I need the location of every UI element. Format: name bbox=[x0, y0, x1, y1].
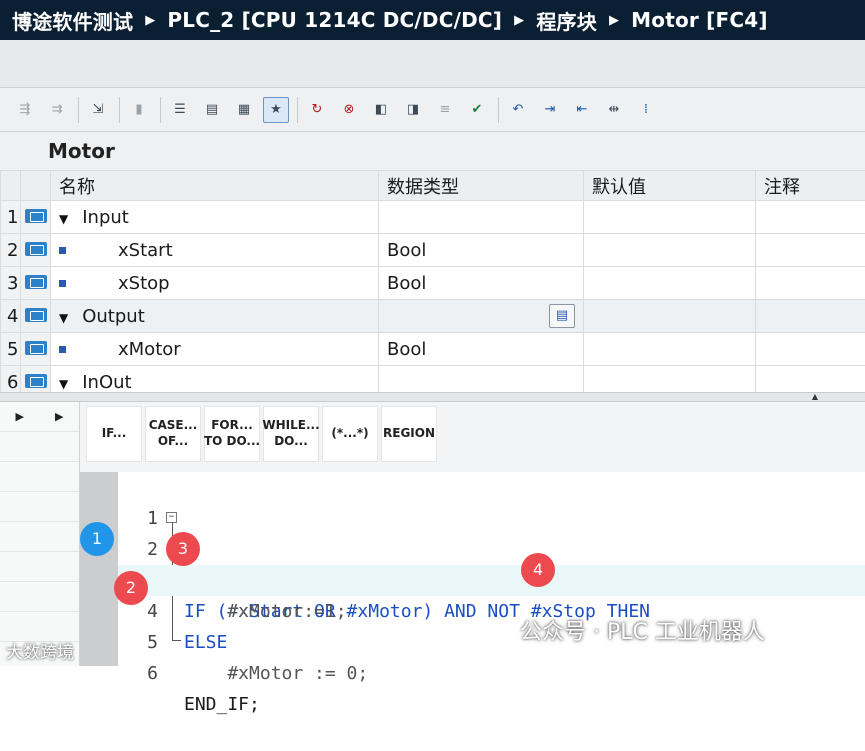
navigator-row bbox=[0, 492, 79, 522]
navigator-row bbox=[0, 552, 79, 582]
keyword-case-button[interactable]: CASE... OF... bbox=[145, 406, 201, 462]
annotation-badge-1: 1 bbox=[80, 522, 114, 556]
outdent-icon[interactable]: ⇤ bbox=[569, 97, 595, 123]
parameter-icon bbox=[25, 242, 47, 256]
block-name: Motor bbox=[0, 132, 865, 170]
navigator-row bbox=[0, 582, 79, 612]
code-text: END_IF; bbox=[184, 689, 260, 720]
parameter-icon bbox=[25, 341, 47, 355]
navigator-row bbox=[0, 522, 79, 552]
watermark: 公众号 · PLC 工业机器人 bbox=[520, 614, 765, 646]
watermark-corner: 大数跨境 bbox=[6, 638, 74, 663]
table-row[interactable]: 6 ▼InOut bbox=[1, 366, 865, 393]
parameter-icon bbox=[25, 308, 47, 322]
navigator-row bbox=[0, 462, 79, 492]
compile-icon[interactable]: ⇲ bbox=[85, 97, 111, 123]
parameter-icon bbox=[25, 374, 47, 388]
variable-icon bbox=[59, 346, 66, 353]
download-icon[interactable]: ▮ bbox=[126, 97, 152, 123]
header-comment[interactable]: 注释 bbox=[756, 171, 865, 201]
editor-toolbar: ⇶ ⇉ ⇲ ▮ ☰ ▤ ▦ ★ ↻ ⊗ ◧ ◨ ≡ ✔ ↶ ⇥ ⇤ ⇹ ⁞ bbox=[0, 88, 865, 132]
list-icon[interactable]: ☰ bbox=[167, 97, 193, 123]
network-navigator: ▶▶ bbox=[0, 402, 80, 666]
code-line-current[interactable]: 4 ELSE bbox=[118, 565, 865, 596]
toolbar-separator bbox=[297, 97, 298, 123]
code-line[interactable]: 1 bbox=[118, 472, 865, 503]
force-icon[interactable]: ◨ bbox=[400, 97, 426, 123]
keyword-comment-button[interactable]: (*...*) bbox=[322, 406, 378, 462]
header-datatype[interactable]: 数据类型 bbox=[379, 171, 584, 201]
collapse-triangle-icon[interactable]: ▼ bbox=[59, 311, 68, 325]
collapse-triangle-icon[interactable]: ▼ bbox=[59, 212, 68, 226]
disconnect-icon[interactable]: ↻ bbox=[304, 97, 330, 123]
stop-icon[interactable]: ⊗ bbox=[336, 97, 362, 123]
toolbar-separator bbox=[119, 97, 120, 123]
table-row[interactable]: 1 ▼Input bbox=[1, 201, 865, 234]
favorites-icon[interactable]: ★ bbox=[263, 97, 289, 123]
navigator-row[interactable]: ▶▶ bbox=[0, 402, 79, 432]
watch-icon[interactable]: ◧ bbox=[368, 97, 394, 123]
variable-icon bbox=[59, 247, 66, 254]
expand-right-icon[interactable]: ▶ bbox=[0, 410, 40, 423]
block-call-icon[interactable]: ▤ bbox=[199, 97, 225, 123]
parameter-icon bbox=[25, 209, 47, 223]
fold-minus-icon[interactable]: − bbox=[166, 512, 177, 523]
table-row[interactable]: 4 ▼Output ▤ bbox=[1, 300, 865, 333]
code-line[interactable]: 2 − IF (#xStart OR #xMotor) AND NOT #xSt… bbox=[118, 503, 865, 534]
keyword-region-button[interactable]: REGION bbox=[381, 406, 437, 462]
breadcrumb-block[interactable]: Motor [FC4] bbox=[631, 8, 768, 32]
keyword-while-button[interactable]: WHILE... DO... bbox=[263, 406, 319, 462]
header-name[interactable]: 名称 bbox=[51, 171, 379, 201]
variable-icon bbox=[59, 280, 66, 287]
title-bar: 博途软件测试 ▶ PLC_2 [CPU 1214C DC/DC/DC] ▶ 程序… bbox=[0, 0, 865, 40]
indent-icon[interactable]: ⇥ bbox=[537, 97, 563, 123]
code-line[interactable]: 3 #xMotor:=1; bbox=[118, 534, 865, 565]
chevron-right-icon: ▶ bbox=[514, 13, 524, 28]
pane-splitter[interactable]: ▲ bbox=[0, 392, 865, 402]
header-band bbox=[0, 40, 865, 88]
keyword-for-button[interactable]: FOR... TO DO... bbox=[204, 406, 260, 462]
editor-gutter bbox=[80, 472, 118, 666]
annotation-badge-3: 3 bbox=[166, 532, 200, 566]
chevron-right-icon: ▶ bbox=[145, 13, 155, 28]
collapse-up-icon[interactable]: ▲ bbox=[795, 393, 835, 401]
compare-icon[interactable]: ≡ bbox=[432, 97, 458, 123]
keyword-if-button[interactable]: IF... bbox=[86, 406, 142, 462]
breadcrumb-project[interactable]: 博途软件测试 bbox=[12, 6, 133, 35]
breadcrumb-plc[interactable]: PLC_2 [CPU 1214C DC/DC/DC] bbox=[167, 8, 502, 32]
insert-row-icon[interactable]: ⇶ bbox=[12, 97, 38, 123]
verify-icon[interactable]: ✔ bbox=[464, 97, 490, 123]
keyword-bar: IF... CASE... OF... FOR... TO DO... WHIL… bbox=[80, 402, 865, 472]
parameter-icon bbox=[25, 275, 47, 289]
annotation-badge-4: 4 bbox=[521, 553, 555, 587]
breadcrumb-program-blocks[interactable]: 程序块 bbox=[536, 6, 597, 35]
header-default[interactable]: 默认值 bbox=[584, 171, 756, 201]
toolbar-separator bbox=[160, 97, 161, 123]
chevron-right-icon: ▶ bbox=[609, 13, 619, 28]
navigator-row bbox=[0, 432, 79, 462]
toolbar-separator bbox=[498, 97, 499, 123]
collapse-triangle-icon[interactable]: ▼ bbox=[59, 377, 68, 391]
interface-header-row: 名称 数据类型 默认值 注释 bbox=[1, 171, 865, 201]
table-row[interactable]: 2 xStart Bool bbox=[1, 234, 865, 267]
network-icon[interactable]: ▦ bbox=[231, 97, 257, 123]
code-text: #xMotor := 0; bbox=[184, 658, 368, 689]
table-row[interactable]: 3 xStop Bool bbox=[1, 267, 865, 300]
add-row-icon[interactable]: ⇉ bbox=[44, 97, 70, 123]
annotation-badge-2: 2 bbox=[114, 571, 148, 605]
expand-right-icon[interactable]: ▶ bbox=[40, 410, 80, 423]
interface-table: 名称 数据类型 默认值 注释 1 ▼Input 2 xStart Bool 3 … bbox=[0, 170, 865, 392]
toolbar-separator bbox=[78, 97, 79, 123]
more-icon[interactable]: ⁞ bbox=[633, 97, 659, 123]
datatype-picker-button[interactable]: ▤ bbox=[549, 304, 575, 328]
jump-back-icon[interactable]: ↶ bbox=[505, 97, 531, 123]
table-row[interactable]: 5 xMotor Bool bbox=[1, 333, 865, 366]
align-icon[interactable]: ⇹ bbox=[601, 97, 627, 123]
